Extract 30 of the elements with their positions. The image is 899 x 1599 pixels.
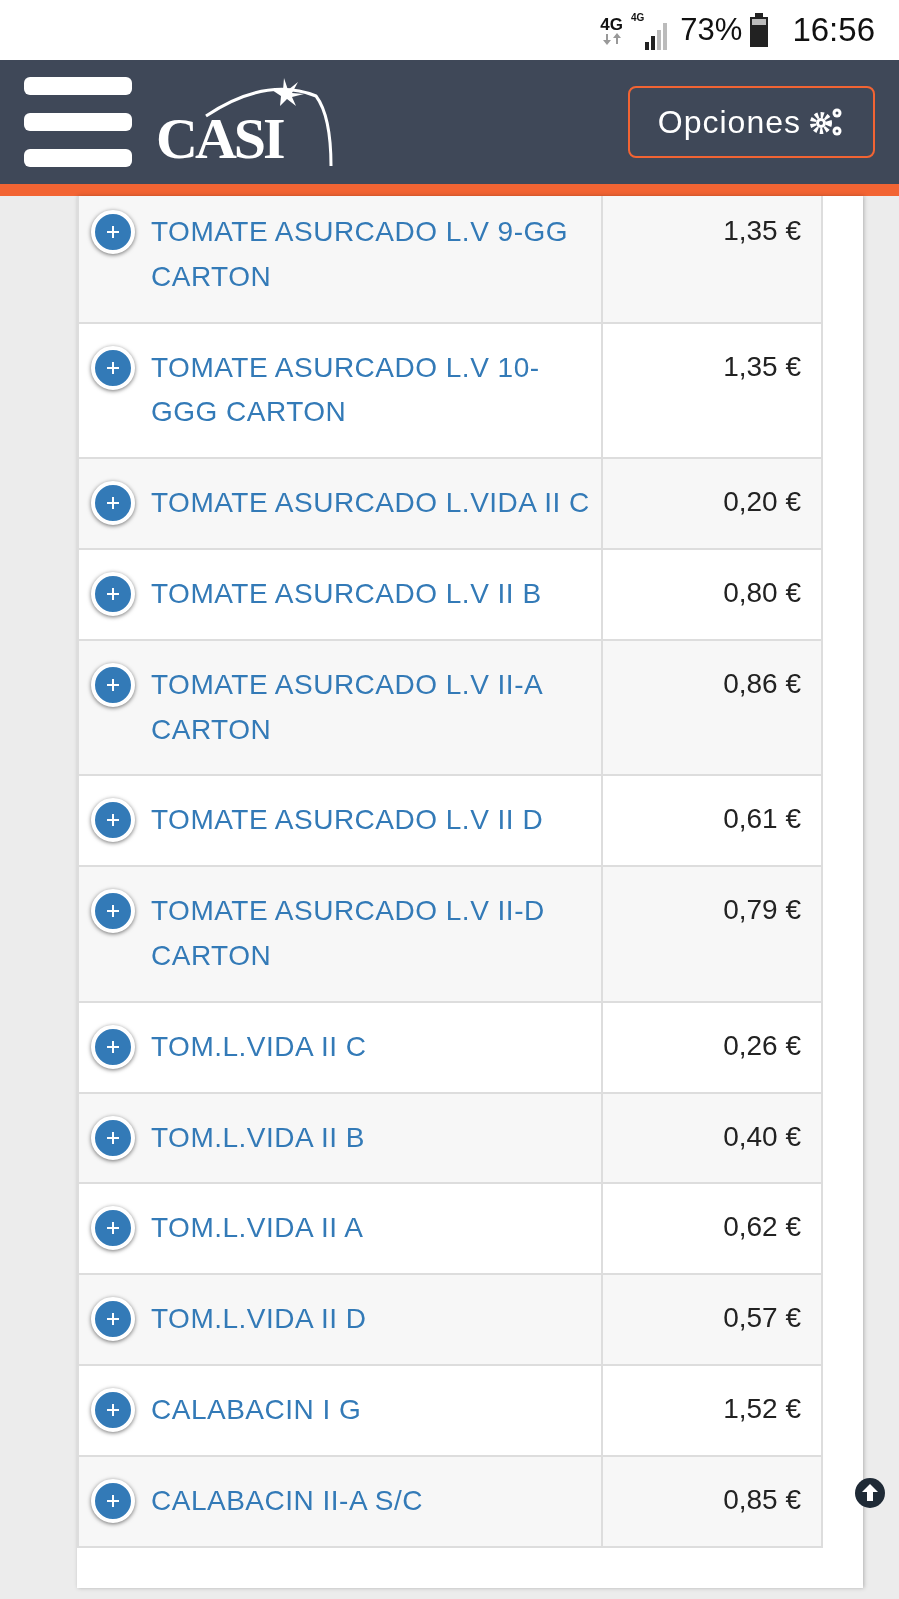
price-value: 1,52 € <box>723 1392 801 1424</box>
price-value: 0,79 € <box>723 894 801 926</box>
battery-percent: 73% <box>680 10 743 49</box>
price-value: 0,20 € <box>723 486 801 518</box>
expand-icon[interactable] <box>91 1297 135 1342</box>
data-arrows-icon <box>601 32 622 45</box>
expand-icon[interactable] <box>91 889 135 934</box>
options-button[interactable]: Opciones <box>627 86 875 158</box>
price-value: 0,86 € <box>723 667 801 699</box>
battery-icon <box>750 13 769 47</box>
price-value: 1,35 € <box>723 350 801 382</box>
scroll-top-icon[interactable] <box>855 1478 885 1508</box>
price-value: 0,40 € <box>723 1120 801 1152</box>
network-label: 4G <box>631 11 645 25</box>
price-value: 0,61 € <box>723 803 801 835</box>
expand-icon[interactable] <box>91 662 135 707</box>
price-value: 0,57 € <box>723 1302 801 1334</box>
clock-time: 16:56 <box>792 10 875 51</box>
price-value: 0,26 € <box>723 1029 801 1061</box>
price-value: 0,80 € <box>723 577 801 608</box>
expand-icon[interactable] <box>91 1115 135 1160</box>
price-value: 0,85 € <box>723 1483 801 1515</box>
logo-text: CASI <box>156 110 283 168</box>
menu-icon[interactable] <box>24 77 132 167</box>
price-value: 1,35 € <box>723 215 801 246</box>
expand-icon[interactable] <box>91 210 135 254</box>
expand-icon[interactable] <box>91 481 135 526</box>
network-label: 4G <box>600 15 623 33</box>
expand-icon[interactable] <box>91 1478 135 1523</box>
price-value: 0,62 € <box>723 1211 801 1243</box>
